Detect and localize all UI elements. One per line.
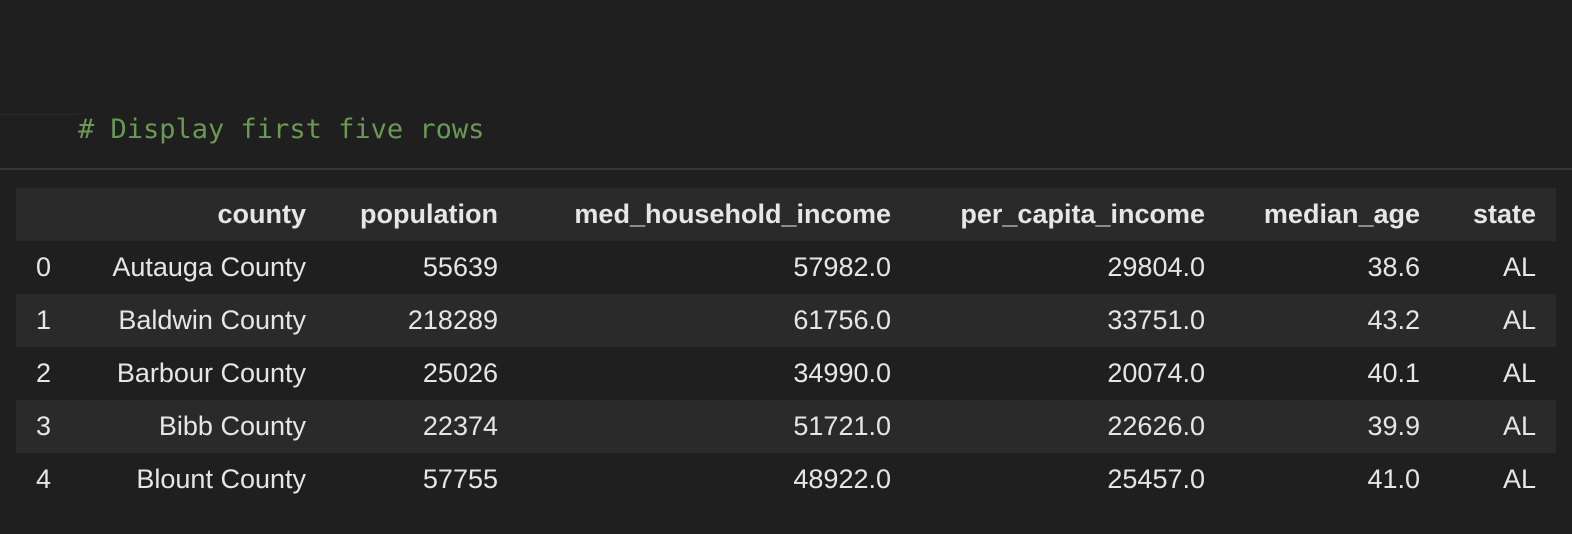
table-row: 3 Bibb County 22374 51721.0 22626.0 39.9… [16, 400, 1556, 453]
cell-median-age: 40.1 [1367, 358, 1420, 388]
code-line-1: # Display first five rows [78, 108, 549, 151]
cell-divider [0, 168, 1572, 170]
cell-per-capita-income: 29804.0 [1107, 252, 1205, 282]
cell-per-capita-income: 33751.0 [1107, 305, 1205, 335]
cell-county: Autauga County [112, 252, 306, 282]
cell-median-age: 39.9 [1367, 411, 1420, 441]
code-cell[interactable]: # Display first five rows county_census_… [0, 0, 1572, 274]
cell-med-household-income: 57982.0 [793, 252, 891, 282]
cell-per-capita-income: 20074.0 [1107, 358, 1205, 388]
cell-median-age: 41.0 [1367, 464, 1420, 494]
cell-median-age: 38.6 [1367, 252, 1420, 282]
code-comment: # Display first five rows [78, 114, 485, 145]
row-index: 3 [36, 411, 52, 441]
row-index: 2 [36, 358, 52, 388]
cell-med-household-income: 34990.0 [793, 358, 891, 388]
table-row: 4 Blount County 57755 48922.0 25457.0 41… [16, 453, 1556, 506]
cell-county: Blount County [136, 464, 306, 494]
cell-output: county population med_household_income p… [16, 188, 1556, 506]
column-header-county: county [74, 188, 326, 241]
table-row: 2 Barbour County 25026 34990.0 20074.0 4… [16, 347, 1556, 400]
table-row: 1 Baldwin County 218289 61756.0 33751.0 … [16, 294, 1556, 347]
cell-median-age: 43.2 [1367, 305, 1420, 335]
row-index: 1 [36, 305, 52, 335]
cell-county: Barbour County [116, 358, 306, 388]
cell-state: AL [1502, 464, 1536, 494]
cell-county: Bibb County [158, 411, 306, 441]
column-header-med-household-income: med_household_income [518, 188, 911, 241]
cell-population: 57755 [422, 464, 498, 494]
cell-med-household-income: 61756.0 [793, 305, 891, 335]
gutter-divider [0, 114, 78, 115]
cell-state: AL [1502, 252, 1536, 282]
cell-per-capita-income: 22626.0 [1107, 411, 1205, 441]
row-index: 0 [36, 252, 52, 282]
cell-per-capita-income: 25457.0 [1107, 464, 1205, 494]
cell-state: AL [1502, 358, 1536, 388]
index-header [16, 188, 74, 241]
column-header-state: state [1440, 188, 1556, 241]
dataframe-table: county population med_household_income p… [16, 188, 1556, 506]
cell-population: 22374 [422, 411, 498, 441]
cell-population: 55639 [422, 252, 498, 282]
cell-county: Baldwin County [118, 305, 306, 335]
table-row: 0 Autauga County 55639 57982.0 29804.0 3… [16, 241, 1556, 294]
cell-state: AL [1502, 305, 1536, 335]
cell-state: AL [1502, 411, 1536, 441]
cell-med-household-income: 51721.0 [793, 411, 891, 441]
table-header-row: county population med_household_income p… [16, 188, 1556, 241]
cell-population: 25026 [422, 358, 498, 388]
cell-population: 218289 [407, 305, 498, 335]
cell-med-household-income: 48922.0 [793, 464, 891, 494]
column-header-population: population [326, 188, 518, 241]
column-header-per-capita-income: per_capita_income [911, 188, 1225, 241]
row-index: 4 [36, 464, 52, 494]
column-header-median-age: median_age [1225, 188, 1440, 241]
